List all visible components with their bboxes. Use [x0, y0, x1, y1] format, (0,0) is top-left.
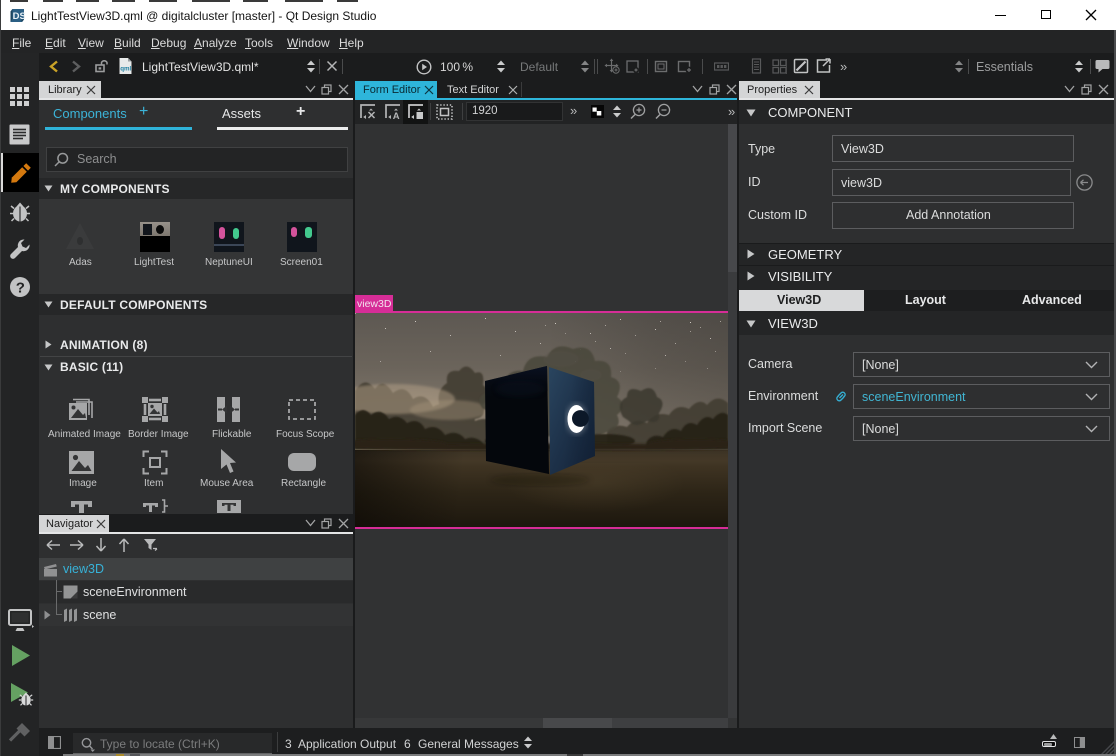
svg-text:A: A: [393, 111, 400, 119]
svg-text:qml: qml: [120, 66, 131, 73]
svg-text:DS: DS: [13, 11, 25, 22]
svg-text:?: ?: [16, 280, 25, 297]
